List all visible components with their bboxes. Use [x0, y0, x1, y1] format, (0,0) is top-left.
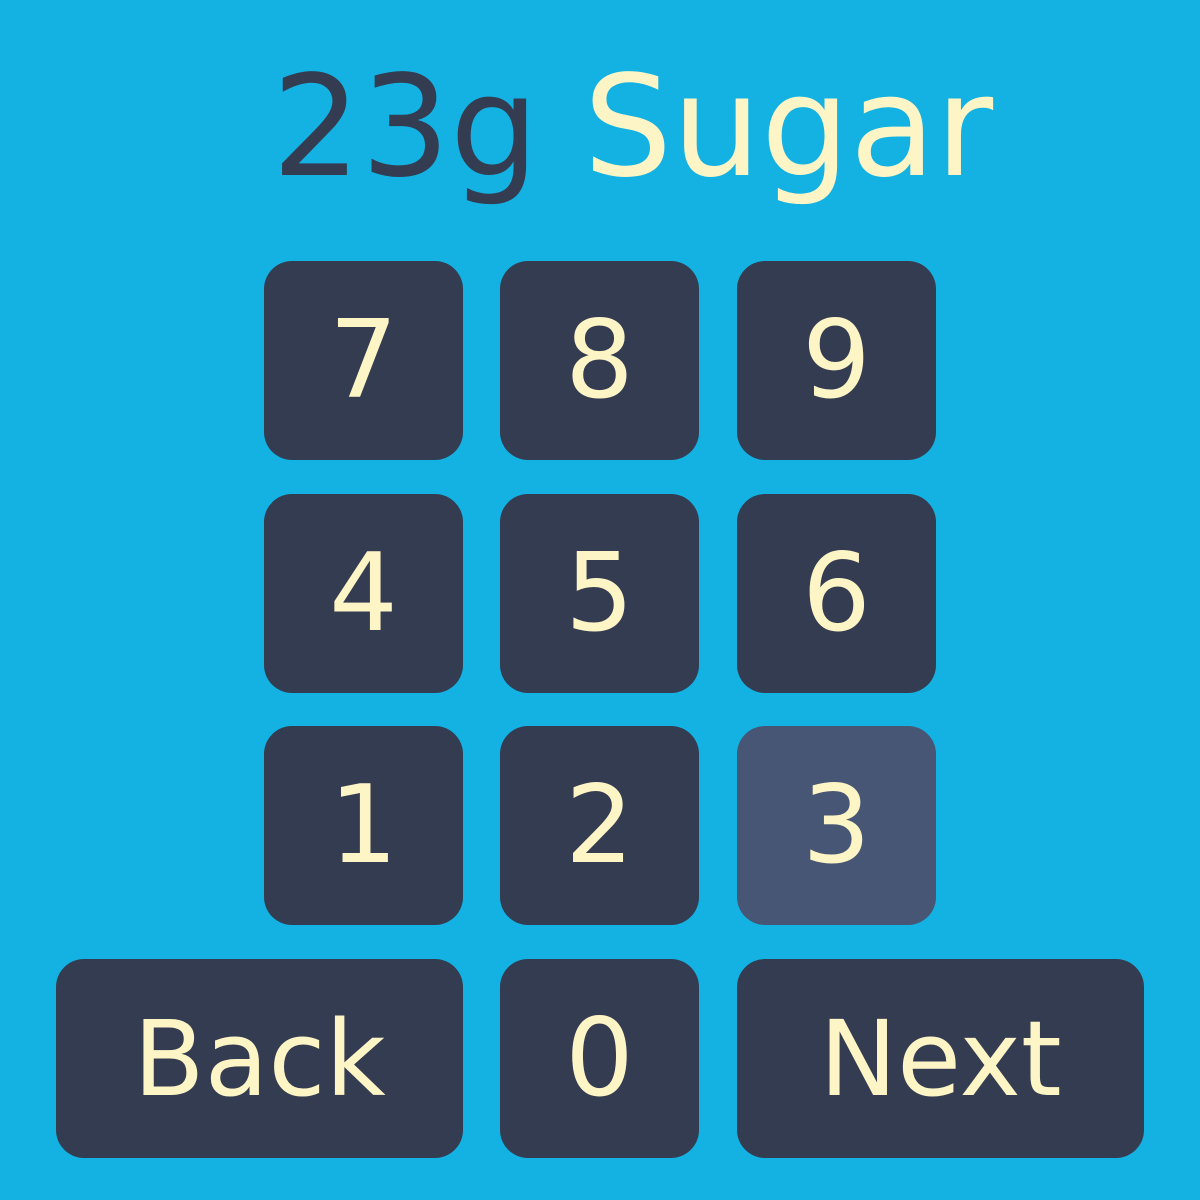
key-0[interactable]: 0: [500, 959, 699, 1158]
key-5[interactable]: 5: [500, 494, 699, 693]
key-4[interactable]: 4: [264, 494, 463, 693]
key-8[interactable]: 8: [500, 261, 699, 460]
key-2[interactable]: 2: [500, 726, 699, 925]
key-1[interactable]: 1: [264, 726, 463, 925]
key-7[interactable]: 7: [264, 261, 463, 460]
key-6[interactable]: 6: [737, 494, 936, 693]
key-3[interactable]: 3: [737, 726, 936, 925]
next-button[interactable]: Next: [737, 959, 1144, 1158]
nutrient-label: Sugar: [583, 46, 994, 209]
page-title: 23g Sugar: [0, 48, 1200, 208]
key-9[interactable]: 9: [737, 261, 936, 460]
sugar-amount: 23g: [271, 46, 539, 209]
back-button[interactable]: Back: [56, 959, 463, 1158]
